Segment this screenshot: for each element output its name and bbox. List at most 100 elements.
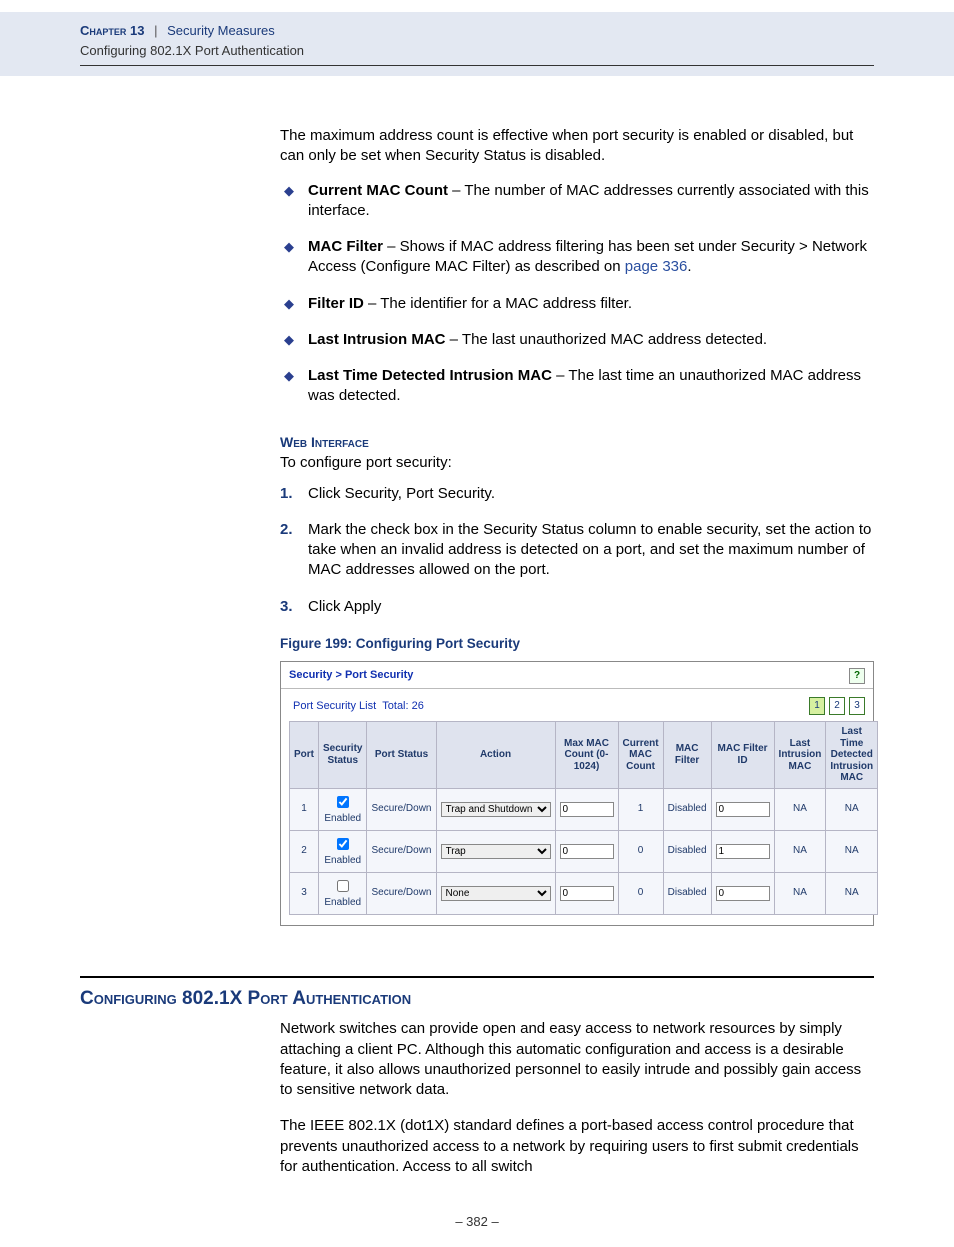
security-label: Enabled <box>324 897 361 908</box>
action-select[interactable]: None <box>441 886 551 901</box>
cell-mac-filter-id <box>711 872 774 914</box>
col-port: Port <box>290 722 319 789</box>
cell-port-status: Secure/Down <box>367 872 436 914</box>
cell-mac-filter: Disabled <box>663 872 711 914</box>
col-action: Action <box>436 722 555 789</box>
cell-current-mac: 0 <box>618 872 663 914</box>
bullet-label: Filter ID <box>308 295 364 312</box>
help-icon[interactable]: ? <box>849 668 865 684</box>
web-intro: To configure port security: <box>280 453 874 473</box>
section-paragraph-2: The IEEE 802.1X (dot1X) standard defines… <box>280 1116 874 1177</box>
list-label: Port Security List <box>293 700 376 712</box>
security-label: Enabled <box>324 813 361 824</box>
page-header: Chapter 13 | Security Measures Configuri… <box>0 12 954 76</box>
pager-2[interactable]: 2 <box>829 697 845 715</box>
cell-action: Trap and Shutdown <box>436 788 555 830</box>
intro-paragraph: The maximum address count is effective w… <box>280 126 874 167</box>
cell-port-status: Secure/Down <box>367 830 436 872</box>
pager-3[interactable]: 3 <box>849 697 865 715</box>
bullet-last-intrusion-mac: Last Intrusion MAC – The last unauthoriz… <box>280 330 874 350</box>
cell-security-status: Enabled <box>319 788 367 830</box>
pager-group: 1 2 3 <box>809 697 865 715</box>
security-checkbox[interactable] <box>337 880 349 892</box>
chapter-label: Chapter 13 <box>80 23 144 38</box>
feature-bullet-list: Current MAC Count – The number of MAC ad… <box>280 181 874 407</box>
bullet-mac-filter: MAC Filter – Shows if MAC address filter… <box>280 237 874 278</box>
col-port-status: Port Status <box>367 722 436 789</box>
max-mac-input[interactable] <box>560 802 614 817</box>
action-select[interactable]: Trap and Shutdown <box>441 802 551 817</box>
cell-last-intrusion: NA <box>774 872 826 914</box>
step-3: Click Apply <box>280 597 874 617</box>
col-last-time: Last Time Detected Intrusion MAC <box>826 722 878 789</box>
cell-max-mac <box>555 788 618 830</box>
table-row: 1EnabledSecure/DownTrap and Shutdown1Dis… <box>290 788 878 830</box>
step-2: Mark the check box in the Security Statu… <box>280 520 874 581</box>
cell-port-status: Secure/Down <box>367 788 436 830</box>
pager-1[interactable]: 1 <box>809 697 825 715</box>
cell-last-intrusion: NA <box>774 788 826 830</box>
security-checkbox[interactable] <box>337 838 349 850</box>
cell-last-intrusion: NA <box>774 830 826 872</box>
action-select[interactable]: Trap <box>441 844 551 859</box>
cell-mac-filter: Disabled <box>663 830 711 872</box>
header-subtitle: Configuring 802.1X Port Authentication <box>80 42 874 60</box>
total-count: Total: 26 <box>382 700 424 712</box>
section-heading: Configuring 802.1X Port Authentication <box>80 986 874 1012</box>
steps-list: Click Security, Port Security. Mark the … <box>280 484 874 617</box>
col-mac-filter-id: MAC Filter ID <box>711 722 774 789</box>
cell-action: None <box>436 872 555 914</box>
bullet-text: – Shows if MAC address filtering has bee… <box>308 238 867 275</box>
table-row: 2 Enabled Secure/Down Trap 0Disabled NANA <box>290 830 878 872</box>
bullet-text: – The last unauthorized MAC address dete… <box>446 331 768 348</box>
cell-mac-filter: Disabled <box>663 788 711 830</box>
col-mac-filter: MAC Filter <box>663 722 711 789</box>
bullet-filter-id: Filter ID – The identifier for a MAC add… <box>280 294 874 314</box>
cell-last-time: NA <box>826 830 878 872</box>
filter-id-input[interactable] <box>716 886 770 901</box>
breadcrumb: Security > Port Security <box>289 668 413 683</box>
port-security-table: Port Security Status Port Status Action … <box>289 721 878 915</box>
col-last-intrusion: Last Intrusion MAC <box>774 722 826 789</box>
security-label: Enabled <box>324 855 361 866</box>
page-number: – 382 – <box>0 1213 954 1231</box>
max-mac-input[interactable] <box>560 886 614 901</box>
bullet-label: Last Time Detected Intrusion MAC <box>308 367 552 384</box>
cell-security-status: Enabled <box>319 872 367 914</box>
port-security-screenshot: Security > Port Security ? Port Security… <box>280 661 874 926</box>
col-current-mac: Current MAC Count <box>618 722 663 789</box>
section-paragraph-1: Network switches can provide open and ea… <box>280 1019 874 1100</box>
cell-max-mac <box>555 872 618 914</box>
cell-max-mac <box>555 830 618 872</box>
bullet-label: Current MAC Count <box>308 182 448 199</box>
filter-id-input[interactable] <box>716 844 770 859</box>
cell-port: 2 <box>290 830 319 872</box>
cell-current-mac: 0 <box>618 830 663 872</box>
cell-port: 3 <box>290 872 319 914</box>
web-interface-heading: Web Interface <box>280 433 874 452</box>
cell-action: Trap <box>436 830 555 872</box>
col-max-mac: Max MAC Count (0-1024) <box>555 722 618 789</box>
section-divider <box>80 976 874 978</box>
figure-caption: Figure 199: Configuring Port Security <box>280 635 874 653</box>
cell-port: 1 <box>290 788 319 830</box>
filter-id-input[interactable] <box>716 802 770 817</box>
bullet-label: MAC Filter <box>308 238 383 255</box>
bullet-text: – The identifier for a MAC address filte… <box>364 295 632 312</box>
bullet-current-mac-count: Current MAC Count – The number of MAC ad… <box>280 181 874 222</box>
bullet-last-time-detected: Last Time Detected Intrusion MAC – The l… <box>280 366 874 407</box>
table-row: 3 Enabled Secure/Down None 0Disabled NANA <box>290 872 878 914</box>
bullet-text-end: . <box>687 258 691 275</box>
bullet-label: Last Intrusion MAC <box>308 331 446 348</box>
separator: | <box>154 23 157 38</box>
security-checkbox[interactable] <box>337 796 349 808</box>
max-mac-input[interactable] <box>560 844 614 859</box>
cell-last-time: NA <box>826 872 878 914</box>
cell-mac-filter-id <box>711 788 774 830</box>
chapter-title: Security Measures <box>167 23 275 38</box>
col-security-status: Security Status <box>319 722 367 789</box>
cell-current-mac: 1 <box>618 788 663 830</box>
page-link[interactable]: page 336 <box>625 258 688 275</box>
table-header-row: Port Security Status Port Status Action … <box>290 722 878 789</box>
cell-security-status: Enabled <box>319 830 367 872</box>
